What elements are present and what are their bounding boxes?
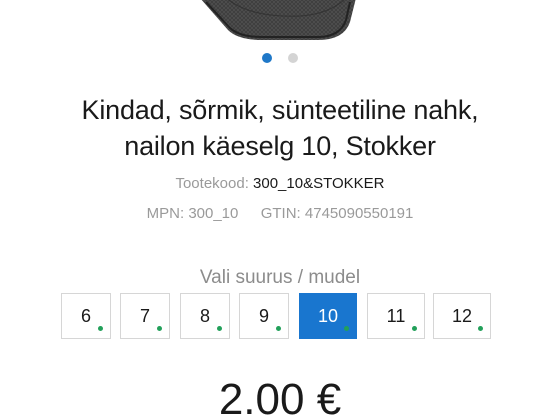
size-option-label: 7 — [139, 305, 150, 326]
product-title: Kindad, sõrmik, sünteetiline nahk, nailo… — [20, 92, 540, 164]
mpn-value: 300_10 — [188, 205, 239, 222]
size-option-label: 11 — [386, 305, 406, 326]
size-option-label: 6 — [80, 305, 91, 326]
in-stock-indicator — [344, 326, 349, 331]
codes-row: MPN: 300_10 GTIN: 4745090550191 — [0, 204, 560, 224]
mpn-label: MPN: — [146, 205, 185, 222]
carousel-dot-1[interactable] — [262, 53, 272, 63]
gtin-value: 4745090550191 — [304, 205, 414, 222]
size-option-label: 9 — [258, 305, 269, 326]
sku-row: Tootekood: 300_10&STOKKER — [0, 174, 560, 194]
size-option-label: 12 — [451, 305, 473, 326]
in-stock-indicator — [412, 326, 417, 331]
price: 2.00 € — [218, 375, 342, 420]
sku-label: Tootekood: — [175, 175, 249, 192]
product-image[interactable] — [0, 0, 560, 46]
size-option-label: 10 — [317, 305, 339, 326]
carousel-dot-2[interactable] — [288, 53, 298, 63]
gtin-label: GTIN: — [260, 205, 301, 222]
size-option-7[interactable]: 7 — [120, 293, 170, 339]
size-option-11[interactable]: 11 — [367, 293, 425, 339]
size-option-label: 8 — [199, 305, 210, 326]
size-option-8[interactable]: 8 — [180, 293, 230, 339]
in-stock-indicator — [478, 326, 483, 331]
product-title-line-1: Kindad, sõrmik, sünteetiline nahk, — [81, 95, 479, 125]
product-page: Kindad, sõrmik, sünteetiline nahk, nailo… — [0, 0, 560, 420]
in-stock-indicator — [217, 326, 222, 331]
in-stock-indicator — [276, 326, 281, 331]
glove-image — [201, 0, 356, 40]
size-selector-label: Vali suurus / mudel — [199, 267, 361, 288]
product-title-line-2: nailon käeselg 10, Stokker — [124, 131, 436, 161]
size-option-10[interactable]: 10 — [299, 293, 357, 339]
size-option-9[interactable]: 9 — [239, 293, 289, 339]
sku-value: 300_10&STOKKER — [253, 175, 385, 192]
carousel-dots — [0, 53, 560, 65]
in-stock-indicator — [98, 326, 103, 331]
in-stock-indicator — [157, 326, 162, 331]
size-option-6[interactable]: 6 — [61, 293, 111, 339]
size-option-12[interactable]: 12 — [433, 293, 491, 339]
